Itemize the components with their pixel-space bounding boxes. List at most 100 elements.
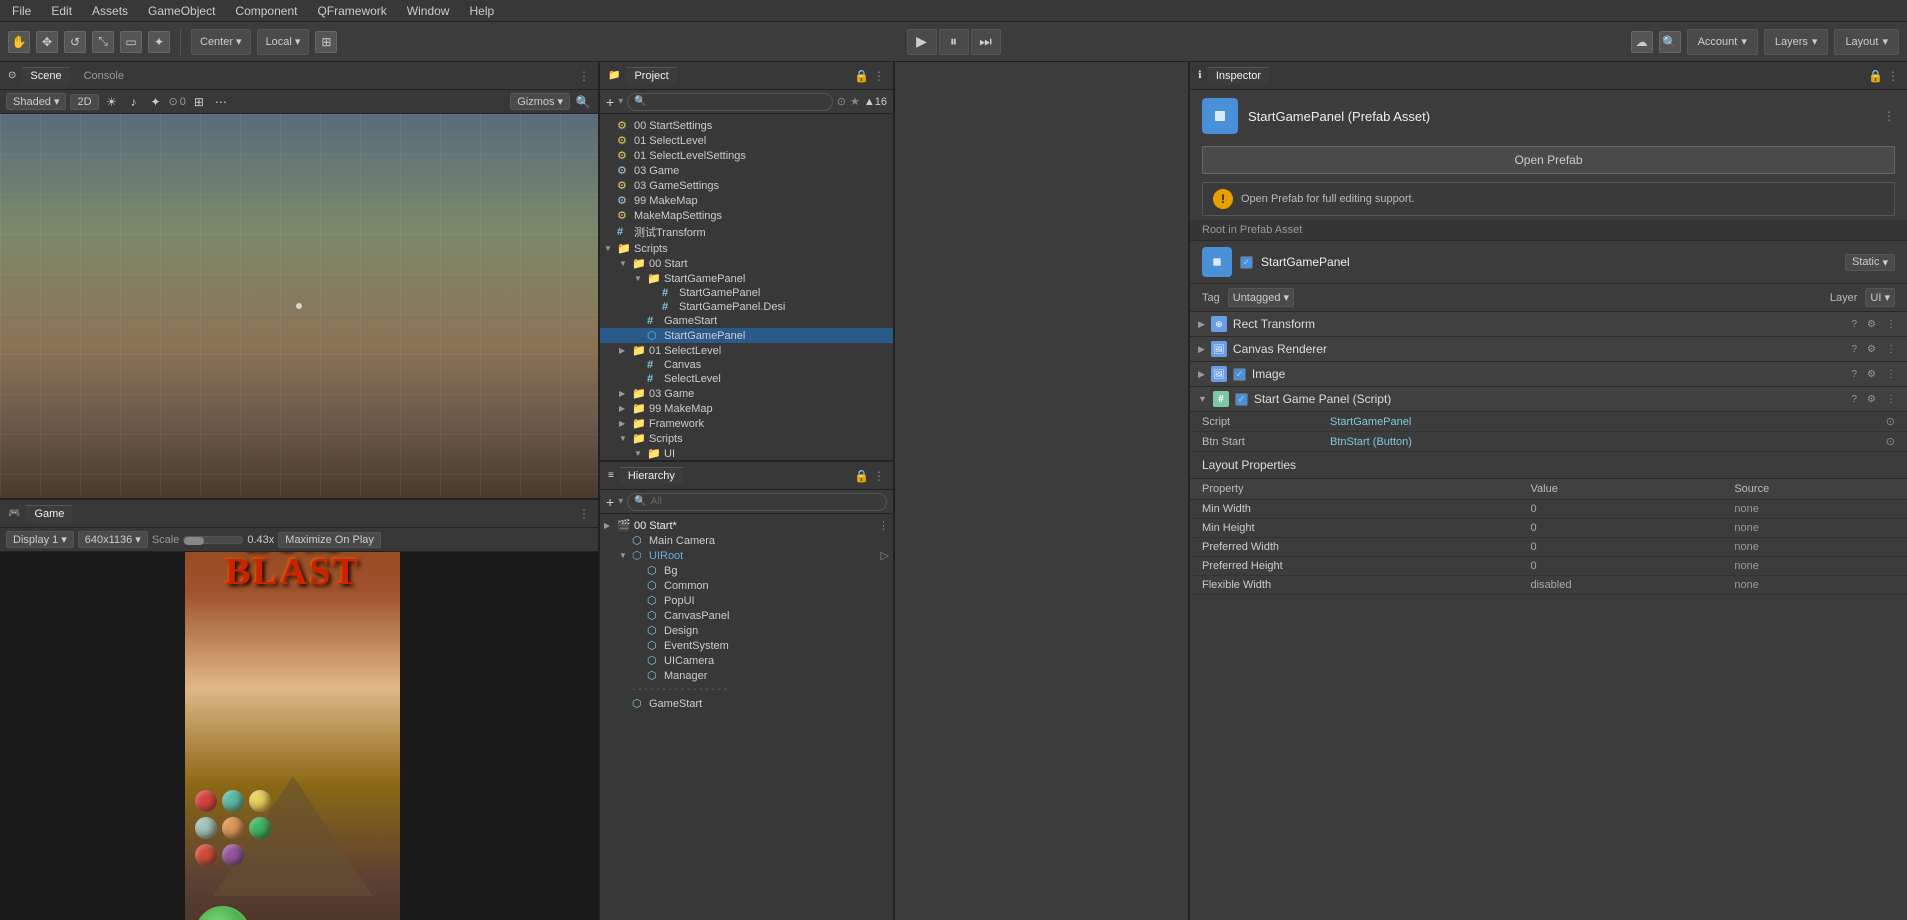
img-overflow-btn[interactable]: ⋮ — [1883, 368, 1899, 381]
image-fold[interactable]: ▶ — [1198, 369, 1205, 380]
hierarchy-add-icon[interactable]: + — [606, 494, 614, 510]
project-star-icon[interactable]: ★ — [850, 95, 860, 108]
menu-qframework[interactable]: QFramework — [313, 2, 390, 20]
inspector-lock-icon[interactable]: 🔒 — [1868, 69, 1883, 83]
hierarchy-item-Design[interactable]: ⬡Design — [600, 623, 893, 638]
menu-component[interactable]: Component — [231, 2, 301, 20]
project-tree-item-Canvas[interactable]: #Canvas — [600, 358, 893, 372]
inspector-overflow-icon[interactable]: ⋮ — [1883, 109, 1895, 123]
image-enabled[interactable]: ✓ — [1233, 368, 1246, 381]
layers-button[interactable]: Layers ▾ — [1764, 29, 1829, 55]
scale-tool[interactable]: ⤡ — [92, 31, 114, 53]
grid-icon[interactable]: ⊞ — [315, 31, 337, 53]
account-button[interactable]: Account ▾ — [1687, 29, 1758, 55]
console-tab[interactable]: Console — [76, 68, 132, 84]
game-tab[interactable]: Game — [26, 505, 72, 522]
hand-tool[interactable]: ✋ — [8, 31, 30, 53]
collab-icon[interactable]: ☁ — [1631, 31, 1653, 53]
project-add-icon[interactable]: + — [606, 94, 614, 110]
rotate-tool[interactable]: ↺ — [64, 31, 86, 53]
menu-file[interactable]: File — [8, 2, 35, 20]
hierarchy-item-MainCamera[interactable]: ⬡Main Camera — [600, 533, 893, 548]
project-tree-item-01SelectLevel[interactable]: ⚙01 SelectLevel — [600, 133, 893, 148]
script-target-icon[interactable]: ⊙ — [1886, 415, 1895, 428]
rect-tool[interactable]: ▭ — [120, 31, 142, 53]
project-tree-item-00Start[interactable]: ▼📁00 Start — [600, 256, 893, 271]
project-tree-item-StartGamePanel_selected[interactable]: ⬡StartGamePanel — [600, 328, 893, 343]
hierarchy-item-CanvasPanel[interactable]: ⬡CanvasPanel — [600, 608, 893, 623]
pause-button[interactable]: ⏸ — [939, 29, 969, 55]
component-enabled-check[interactable]: ✓ — [1240, 256, 1253, 269]
resolution-dropdown[interactable]: 640x1136 ▾ — [78, 531, 148, 548]
sc-help-btn[interactable]: ? — [1848, 393, 1860, 406]
project-tab[interactable]: Project — [626, 67, 676, 84]
inspector-tab[interactable]: Inspector — [1208, 67, 1269, 84]
step-button[interactable]: ⏭ — [971, 29, 1001, 55]
menu-gameobject[interactable]: GameObject — [144, 2, 219, 20]
project-lock-icon[interactable]: 🔒 — [854, 69, 869, 83]
cr-help-btn[interactable]: ? — [1848, 343, 1860, 356]
center-button[interactable]: Center ▾ — [191, 29, 251, 55]
project-tree-item-MakeMapSettings[interactable]: ⚙MakeMapSettings — [600, 208, 893, 223]
project-tree-item-01SelectLevelSettings[interactable]: ⚙01 SelectLevelSettings — [600, 148, 893, 163]
play-button[interactable]: ▶ — [907, 29, 937, 55]
gizmos-dropdown[interactable]: Gizmos ▾ — [510, 93, 570, 110]
rect-help-btn[interactable]: ? — [1848, 318, 1860, 331]
static-dropdown[interactable]: Static ▾ — [1845, 254, 1895, 271]
menu-edit[interactable]: Edit — [47, 2, 76, 20]
scene-overflow[interactable]: ⋮ — [878, 519, 889, 532]
menu-assets[interactable]: Assets — [88, 2, 132, 20]
project-tree-item-03Game[interactable]: ⚙03 Game — [600, 163, 893, 178]
hierarchy-tab[interactable]: Hierarchy — [620, 467, 683, 484]
project-tree-item-Scripts2[interactable]: ▼📁Scripts — [600, 431, 893, 446]
hierarchy-item-UIRoot[interactable]: ▼⬡UIRoot▷ — [600, 548, 893, 563]
project-tree-item-00StartSettings[interactable]: ⚙00 StartSettings — [600, 118, 893, 133]
btn-target-icon[interactable]: ⊙ — [1886, 435, 1895, 448]
project-tree-item-GameStart[interactable]: #GameStart — [600, 314, 893, 328]
project-menu-icon[interactable]: ⋮ — [873, 69, 885, 83]
hierarchy-menu-icon[interactable]: ⋮ — [873, 469, 885, 483]
script-prop-value[interactable]: StartGamePanel — [1330, 416, 1878, 428]
tag-dropdown[interactable]: Untagged ▾ — [1228, 288, 1294, 307]
scene-more-icon[interactable]: ⋯ — [212, 93, 230, 111]
hierarchy-item-Common[interactable]: ⬡Common — [600, 578, 893, 593]
display-dropdown[interactable]: Display 1 ▾ — [6, 531, 74, 548]
scene-tab[interactable]: Scene — [22, 67, 69, 84]
script-enabled[interactable]: ✓ — [1235, 393, 1248, 406]
move-tool[interactable]: ✥ — [36, 31, 58, 53]
expand-icon[interactable]: ▷ — [881, 549, 889, 562]
scene-menu-icon[interactable]: ⋮ — [578, 69, 590, 83]
menu-window[interactable]: Window — [403, 2, 454, 20]
rect-overflow-btn[interactable]: ⋮ — [1883, 318, 1899, 331]
project-tree-item-Scripts[interactable]: ▼📁Scripts — [600, 241, 893, 256]
game-menu-icon[interactable]: ⋮ — [578, 507, 590, 521]
project-tree-item-99MakeMap[interactable]: ⚙99 MakeMap — [600, 193, 893, 208]
project-tree-item-StartGamePanel_designer[interactable]: #StartGamePanel.Desi — [600, 300, 893, 314]
hierarchy-search-box[interactable]: 🔍 All — [627, 493, 887, 511]
project-tree-item-99MakeMap_folder[interactable]: ▶📁99 MakeMap — [600, 401, 893, 416]
project-tree-item-03Game_folder[interactable]: ▶📁03 Game — [600, 386, 893, 401]
audio-icon[interactable]: ♪ — [125, 93, 143, 111]
hierarchy-item-EventSystem[interactable]: ⬡EventSystem — [600, 638, 893, 653]
menu-help[interactable]: Help — [465, 2, 498, 20]
project-tree-item-01SelectLevel_folder[interactable]: ▶📁01 SelectLevel — [600, 343, 893, 358]
open-prefab-button[interactable]: Open Prefab — [1202, 146, 1895, 174]
scene-grid-icon[interactable]: ⊞ — [190, 93, 208, 111]
canvas-renderer-fold[interactable]: ▶ — [1198, 344, 1205, 355]
project-tree-item-UI[interactable]: ▼📁UI — [600, 446, 893, 460]
project-tree-item-Framework[interactable]: ▶📁Framework — [600, 416, 893, 431]
lights-icon[interactable]: ☀ — [103, 93, 121, 111]
img-help-btn[interactable]: ? — [1848, 368, 1860, 381]
transform-tool[interactable]: ✦ — [148, 31, 170, 53]
shaded-dropdown[interactable]: Shaded ▾ — [6, 93, 66, 110]
scene-search-icon[interactable]: 🔍 — [574, 93, 592, 111]
sc-settings-btn[interactable]: ⚙ — [1864, 393, 1879, 406]
hierarchy-item-00Start[interactable]: ▶🎬00 Start*⋮ — [600, 518, 893, 533]
project-tree-item-StartGamePanel_script[interactable]: #StartGamePanel — [600, 286, 893, 300]
script-fold[interactable]: ▼ — [1198, 394, 1207, 404]
sc-overflow-btn[interactable]: ⋮ — [1883, 393, 1899, 406]
project-tree-item-StartGamePanel_folder[interactable]: ▼📁StartGamePanel — [600, 271, 893, 286]
effects-icon[interactable]: ✦ — [147, 93, 165, 111]
search-toolbar-icon[interactable]: 🔍 — [1659, 31, 1681, 53]
project-tree-item-SelectLevel[interactable]: #SelectLevel — [600, 372, 893, 386]
